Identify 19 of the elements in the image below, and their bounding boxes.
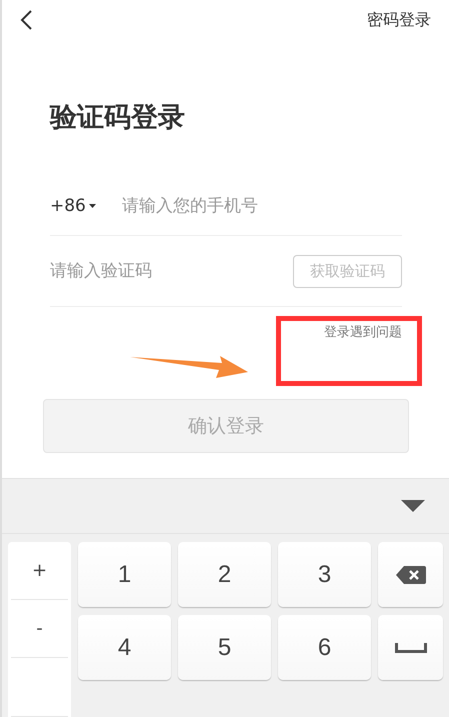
password-login-link[interactable]: 密码登录 bbox=[367, 10, 431, 31]
page-title: 验证码登录 bbox=[50, 100, 186, 135]
backspace-key[interactable] bbox=[378, 542, 443, 607]
space-key[interactable] bbox=[378, 615, 443, 680]
back-icon[interactable] bbox=[20, 10, 32, 30]
digit-key[interactable]: 5 bbox=[178, 615, 271, 680]
digit-key[interactable]: 6 bbox=[278, 615, 371, 680]
code-input-field[interactable]: 请输入验证码 bbox=[50, 261, 293, 282]
digit-key[interactable]: 1 bbox=[78, 542, 171, 607]
login-help-link[interactable]: 登录遇到问题 bbox=[324, 325, 402, 340]
space-bar-icon bbox=[394, 642, 426, 652]
phone-input-field[interactable]: 请输入您的手机号 bbox=[122, 196, 402, 216]
country-code-selector[interactable]: +86 bbox=[50, 196, 122, 216]
digit-key[interactable]: 4 bbox=[78, 615, 171, 680]
collapse-keyboard-icon[interactable] bbox=[401, 500, 425, 512]
backspace-icon bbox=[396, 566, 426, 584]
caret-icon bbox=[88, 204, 96, 208]
digit-key[interactable]: 2 bbox=[178, 542, 271, 607]
digit-key[interactable]: 3 bbox=[278, 542, 371, 607]
